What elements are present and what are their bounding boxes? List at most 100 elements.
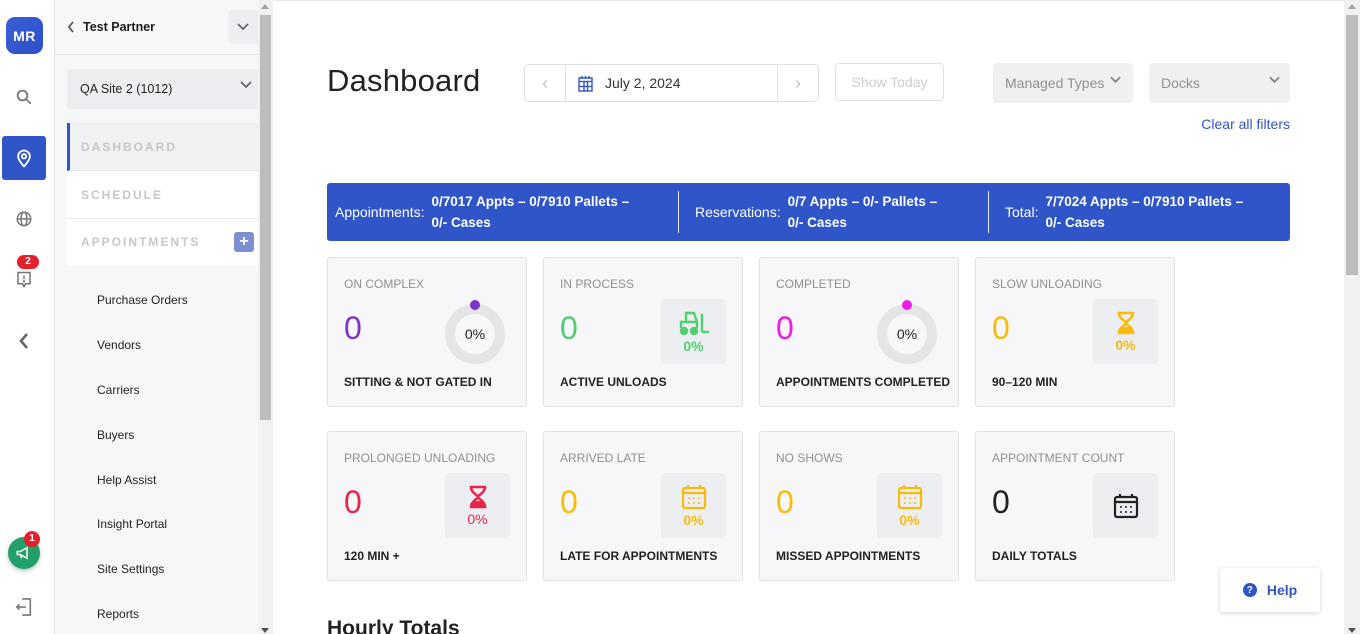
user-avatar[interactable]: MR xyxy=(6,17,43,54)
nav-reports[interactable]: Reports xyxy=(97,592,188,634)
nav-vendors[interactable]: Vendors xyxy=(97,323,188,368)
summary-banner: Appointments: 0/7017 Appts – 0/7910 Pall… xyxy=(327,183,1290,241)
date-field[interactable]: July 2, 2024 xyxy=(565,65,778,101)
scroll-down-arrow[interactable] xyxy=(261,628,269,633)
back-chevron-icon[interactable] xyxy=(67,21,75,33)
globe-button[interactable] xyxy=(2,197,46,241)
nav-label: APPOINTMENTS xyxy=(81,235,201,249)
nav-site-settings[interactable]: Site Settings xyxy=(97,547,188,592)
search-button[interactable] xyxy=(2,75,46,119)
nav-label: SCHEDULE xyxy=(81,187,164,202)
summary-reservations: Reservations: 0/7 Appts – 0/- Pallets –0… xyxy=(679,191,988,233)
main-scrollbar[interactable] xyxy=(1344,0,1360,634)
card-no-shows[interactable]: NO SHOWS 0 0% MISSED APPOINTMENTS xyxy=(759,431,959,581)
partner-dropdown[interactable] xyxy=(228,10,258,44)
chevron-down-icon xyxy=(240,81,252,89)
scroll-up-arrow[interactable] xyxy=(261,4,269,9)
locations-button[interactable] xyxy=(2,136,46,180)
card-arrived-late[interactable]: ARRIVED LATE 0 0% LATE FOR APPOINTMENTS xyxy=(543,431,743,581)
primary-nav: DASHBOARD SCHEDULE APPOINTMENTS + xyxy=(67,123,258,265)
partner-name: Test Partner xyxy=(83,20,156,34)
nav-appointments[interactable]: APPOINTMENTS + xyxy=(67,219,258,265)
date-value: July 2, 2024 xyxy=(605,75,681,91)
card-footer: SITTING & NOT GATED IN xyxy=(344,375,492,389)
summary-value: 0/7 Appts – 0/- Pallets –0/- Cases xyxy=(787,194,938,230)
card-on-complex[interactable]: ON COMPLEX 0 0% SITTING & NOT GATED IN xyxy=(327,257,527,407)
nav-carriers[interactable]: Carriers xyxy=(97,368,188,413)
scroll-down-arrow[interactable] xyxy=(1348,628,1356,633)
alert-icon xyxy=(17,271,31,289)
alerts-badge: 2 xyxy=(17,255,39,269)
prev-day-button[interactable]: ‹ xyxy=(525,65,565,101)
partner-header: Test Partner xyxy=(55,0,258,55)
card-footer: DAILY TOTALS xyxy=(992,549,1077,563)
nav-schedule[interactable]: SCHEDULE xyxy=(67,171,258,219)
scroll-up-arrow[interactable] xyxy=(1348,4,1356,9)
chevron-down-icon xyxy=(1110,76,1121,84)
summary-label: Total: xyxy=(1005,204,1039,220)
logout-button[interactable] xyxy=(2,585,46,629)
card-prolonged-unloading[interactable]: PROLONGED UNLOADING 0 0% 120 MIN + xyxy=(327,431,527,581)
nav-help-assist[interactable]: Help Assist xyxy=(97,457,188,502)
nav-purchase-orders[interactable]: Purchase Orders xyxy=(97,278,188,323)
sidebar-scroll-thumb[interactable] xyxy=(260,15,271,420)
card-footer: MISSED APPOINTMENTS xyxy=(776,549,921,563)
hourglass-icon xyxy=(1117,311,1134,334)
card-value: 0 xyxy=(344,484,362,520)
card-appointment-count[interactable]: APPOINTMENT COUNT 0 DAILY TOTALS xyxy=(975,431,1175,581)
search-icon xyxy=(16,89,32,105)
announcements-button[interactable]: 1 xyxy=(8,531,40,569)
next-day-button[interactable]: › xyxy=(778,65,818,101)
calendar-icon xyxy=(897,484,922,509)
summary-label: Reservations: xyxy=(695,204,781,220)
card-in-process[interactable]: IN PROCESS 0 0% ACTIVE UNLOADS xyxy=(543,257,743,407)
site-select[interactable]: QA Site 2 (1012) xyxy=(67,69,258,109)
main-scroll-thumb[interactable] xyxy=(1346,15,1358,275)
location-pin-icon xyxy=(17,149,31,168)
card-value: 0 xyxy=(992,310,1010,346)
nav-insight-portal[interactable]: Insight Portal xyxy=(97,502,188,547)
summary-total: Total: 7/7024 Appts – 0/7910 Pallets –0/… xyxy=(989,191,1243,233)
summary-divider xyxy=(988,191,989,233)
summary-value: 7/7024 Appts – 0/7910 Pallets –0/- Cases xyxy=(1045,194,1244,230)
managed-types-filter[interactable]: Managed Types xyxy=(993,63,1133,103)
help-label: Help xyxy=(1266,582,1298,598)
nav-dashboard[interactable]: DASHBOARD xyxy=(67,123,258,171)
summary-label: Appointments: xyxy=(335,204,425,220)
card-value: 0 xyxy=(560,310,578,346)
docks-filter[interactable]: Docks xyxy=(1149,63,1290,103)
summary-divider xyxy=(678,191,679,233)
help-icon: ? xyxy=(1242,583,1257,597)
logout-icon xyxy=(15,598,32,616)
collapse-sidebar-button[interactable] xyxy=(2,319,46,363)
card-slow-unloading[interactable]: SLOW UNLOADING 0 0% 90–120 MIN xyxy=(975,257,1175,407)
clear-all-filters-link[interactable]: Clear all filters xyxy=(1201,116,1290,132)
card-percent: 0% xyxy=(467,510,488,527)
ring-percent: 0% xyxy=(896,326,918,342)
show-today-button[interactable]: Show Today xyxy=(835,63,944,101)
card-footer: ACTIVE UNLOADS xyxy=(560,375,667,389)
add-appointment-button[interactable]: + xyxy=(234,232,254,252)
card-value: 0 xyxy=(776,310,794,346)
secondary-sidebar: Test Partner QA Site 2 (1012) DASHBOARD … xyxy=(55,0,258,634)
nav-buyers[interactable]: Buyers xyxy=(97,412,188,457)
sidebar-scrollbar[interactable] xyxy=(258,0,273,634)
alerts-button[interactable]: 2 xyxy=(2,255,46,302)
globe-icon xyxy=(16,211,32,227)
secondary-nav: Purchase Orders Vendors Carriers Buyers … xyxy=(97,278,188,634)
ring-percent: 0% xyxy=(464,326,486,342)
card-value: 0 xyxy=(560,484,578,520)
card-percent: 0% xyxy=(899,511,920,528)
help-button[interactable]: ? Help xyxy=(1220,568,1320,612)
card-footer: LATE FOR APPOINTMENTS xyxy=(560,549,718,563)
forklift-icon xyxy=(679,311,709,335)
card-value: 0 xyxy=(776,484,794,520)
card-caption: PROLONGED UNLOADING xyxy=(344,451,496,465)
card-caption: NO SHOWS xyxy=(776,451,843,465)
chevron-down-icon xyxy=(237,23,249,31)
card-caption: IN PROCESS xyxy=(560,277,635,291)
card-completed[interactable]: COMPLETED 0 0% APPOINTMENTS COMPLETED xyxy=(759,257,959,407)
card-icon-tile: 0% xyxy=(661,299,726,364)
announcements-badge: 1 xyxy=(24,531,40,547)
megaphone-icon xyxy=(16,546,28,560)
